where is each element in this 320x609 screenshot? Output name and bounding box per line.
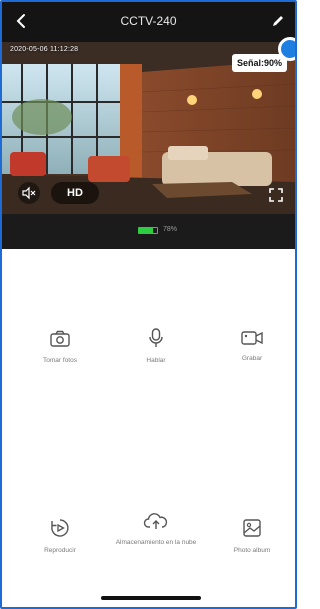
record-label: Grabar [241,355,263,362]
video-record-icon [241,331,263,345]
top-bar: CCTV-240 [2,2,295,42]
battery-icon [138,227,158,234]
status-bar: 78% [2,214,295,249]
app-frame: CCTV-240 2020-05-06 11:12:28 Señal:90% H… [0,0,297,609]
notification-dot [278,37,295,61]
action-grid: Tomar fotos Hablar Grabar Reproducir Alm… [2,249,295,599]
mute-button[interactable] [18,182,40,204]
microphone-icon [149,328,163,347]
take-photo-button[interactable]: Tomar fotos [20,329,100,365]
battery-level-fill [139,228,154,233]
photo-album-label: Photo album [233,547,271,554]
cloud-storage-label: Almacenamiento en la nube [115,539,197,546]
camera-icon [50,330,70,347]
photo-album-button[interactable]: Photo album [212,517,292,555]
edit-button[interactable] [269,12,287,30]
photo-album-icon [243,519,261,537]
playback-icon [51,519,69,537]
cloud-upload-icon [143,513,168,529]
signal-badge: Señal:90% [231,54,287,72]
playback-button[interactable]: Reproducir [20,517,100,555]
playback-label: Reproducir [44,547,76,554]
record-button[interactable]: Grabar [212,329,292,363]
fullscreen-button[interactable] [267,186,285,204]
take-photo-label: Tomar fotos [43,357,77,364]
cloud-storage-button[interactable]: Almacenamiento en la nube [110,511,202,547]
battery-percentage: 78% [163,226,178,233]
talk-button[interactable]: Hablar [116,327,196,365]
fullscreen-icon [269,188,283,202]
video-timestamp: 2020-05-06 11:12:28 [10,46,79,53]
home-indicator[interactable] [101,596,201,600]
page-title: CCTV-240 [120,14,177,28]
speaker-muted-icon [22,186,36,200]
pencil-icon [273,16,283,26]
talk-label: Hablar [146,357,166,364]
camera-live-view[interactable]: 2020-05-06 11:12:28 Señal:90% HD [2,42,295,214]
quality-toggle-button[interactable]: HD [51,182,99,204]
